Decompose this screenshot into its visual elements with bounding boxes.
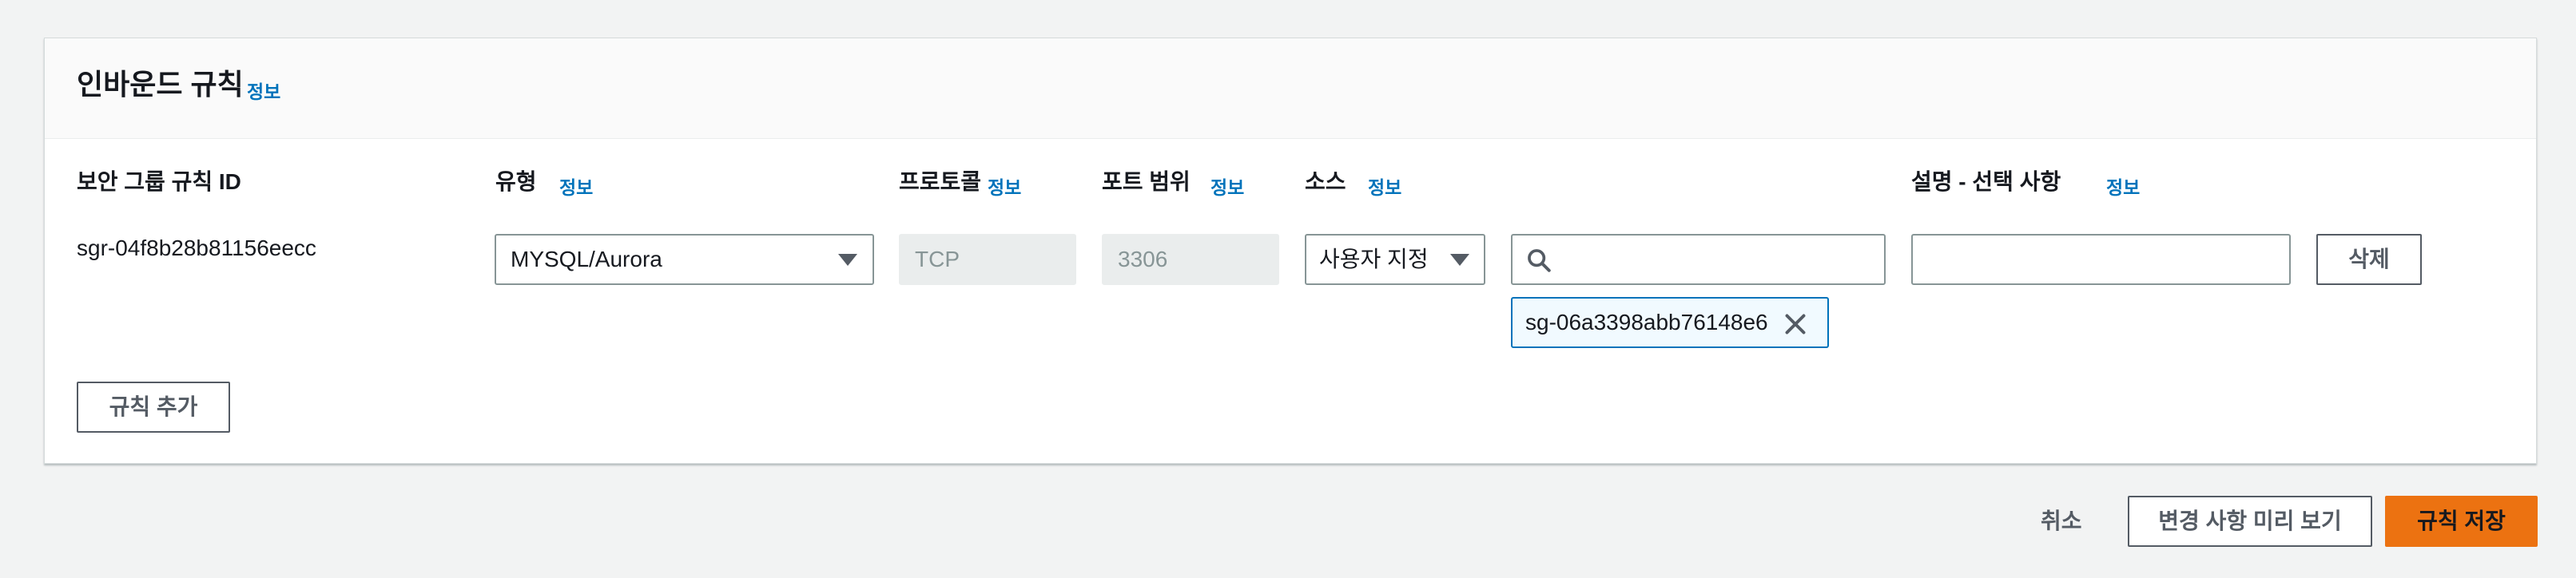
description-info-link[interactable]: 정보 bbox=[2106, 172, 2140, 200]
port-range-info-link[interactable]: 정보 bbox=[1210, 172, 1244, 200]
column-header-source: 소스 bbox=[1305, 169, 1346, 194]
inbound-rules-panel: 인바운드 규칙 정보 보안 그룹 규칙 ID 유형 정보 프로토콜 정보 포트 … bbox=[44, 38, 2537, 464]
column-header-type: 유형 bbox=[495, 169, 537, 194]
port-range-field: 3306 bbox=[1102, 234, 1279, 285]
panel-title: 인바운드 규칙 bbox=[77, 68, 244, 101]
search-icon bbox=[1528, 249, 1551, 272]
source-token-label: sg-06a3398abb76148e6 bbox=[1525, 310, 1768, 335]
column-header-port-range: 포트 범위 bbox=[1102, 169, 1191, 194]
column-header-rule-id: 보안 그룹 규칙 ID bbox=[77, 169, 241, 194]
delete-rule-button[interactable]: 삭제 bbox=[2316, 234, 2422, 285]
protocol-info-link[interactable]: 정보 bbox=[988, 172, 1021, 200]
type-info-link[interactable]: 정보 bbox=[559, 172, 593, 200]
type-select-value: MYSQL/Aurora bbox=[511, 247, 662, 271]
caret-down-icon bbox=[1450, 254, 1469, 266]
port-range-placeholder: 3306 bbox=[1118, 247, 1168, 271]
cancel-button[interactable]: 취소 bbox=[2041, 496, 2082, 547]
column-header-description: 설명 - 선택 사항 bbox=[1911, 169, 2061, 194]
caret-down-icon bbox=[838, 254, 857, 266]
column-header-protocol: 프로토콜 bbox=[899, 169, 982, 194]
save-rules-button[interactable]: 규칙 저장 bbox=[2385, 496, 2538, 547]
source-info-link[interactable]: 정보 bbox=[1368, 172, 1401, 200]
panel-header: 인바운드 규칙 정보 bbox=[45, 38, 2536, 139]
source-search-input[interactable] bbox=[1511, 234, 1886, 285]
preview-changes-button[interactable]: 변경 사항 미리 보기 bbox=[2128, 496, 2372, 547]
source-token: sg-06a3398abb76148e6 bbox=[1511, 297, 1829, 348]
description-input[interactable] bbox=[1911, 234, 2291, 285]
close-icon[interactable] bbox=[1781, 310, 1810, 338]
title-info-link[interactable]: 정보 bbox=[247, 77, 280, 104]
rule-id-value: sgr-04f8b28b81156eecc bbox=[77, 236, 316, 260]
protocol-field: TCP bbox=[899, 234, 1076, 285]
source-select-value: 사용자 지정 bbox=[1319, 247, 1429, 271]
source-select[interactable]: 사용자 지정 bbox=[1305, 234, 1485, 285]
type-select[interactable]: MYSQL/Aurora bbox=[495, 234, 874, 285]
add-rule-button[interactable]: 규칙 추가 bbox=[77, 382, 230, 433]
protocol-placeholder: TCP bbox=[915, 247, 960, 271]
